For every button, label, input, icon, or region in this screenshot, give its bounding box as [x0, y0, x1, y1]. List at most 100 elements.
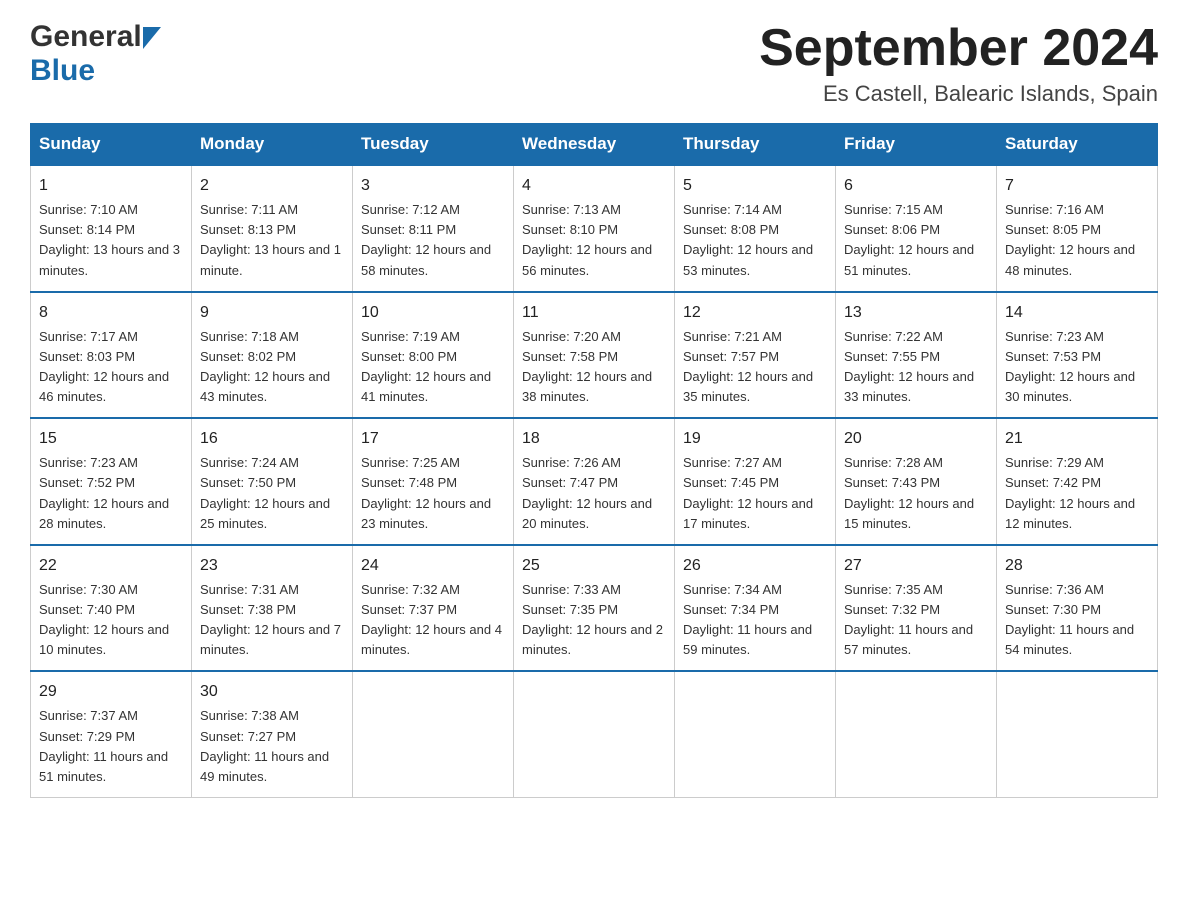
day-info: Sunrise: 7:36 AMSunset: 7:30 PMDaylight:… — [1005, 582, 1134, 657]
table-row: 22 Sunrise: 7:30 AMSunset: 7:40 PMDayligh… — [31, 545, 192, 672]
col-saturday: Saturday — [997, 124, 1158, 166]
day-info: Sunrise: 7:33 AMSunset: 7:35 PMDaylight:… — [522, 582, 663, 657]
day-number: 12 — [683, 301, 827, 325]
logo: General Blue — [30, 20, 161, 88]
day-info: Sunrise: 7:29 AMSunset: 7:42 PMDaylight:… — [1005, 455, 1135, 530]
day-number: 1 — [39, 174, 183, 198]
table-row: 18 Sunrise: 7:26 AMSunset: 7:47 PMDayligh… — [514, 418, 675, 545]
table-row: 6 Sunrise: 7:15 AMSunset: 8:06 PMDaylight… — [836, 165, 997, 292]
day-info: Sunrise: 7:28 AMSunset: 7:43 PMDaylight:… — [844, 455, 974, 530]
day-info: Sunrise: 7:37 AMSunset: 7:29 PMDaylight:… — [39, 708, 168, 783]
day-info: Sunrise: 7:13 AMSunset: 8:10 PMDaylight:… — [522, 202, 652, 277]
col-tuesday: Tuesday — [353, 124, 514, 166]
day-info: Sunrise: 7:31 AMSunset: 7:38 PMDaylight:… — [200, 582, 341, 657]
table-row: 26 Sunrise: 7:34 AMSunset: 7:34 PMDayligh… — [675, 545, 836, 672]
day-info: Sunrise: 7:18 AMSunset: 8:02 PMDaylight:… — [200, 329, 330, 404]
day-info: Sunrise: 7:20 AMSunset: 7:58 PMDaylight:… — [522, 329, 652, 404]
table-row — [836, 671, 997, 797]
day-info: Sunrise: 7:21 AMSunset: 7:57 PMDaylight:… — [683, 329, 813, 404]
table-row: 7 Sunrise: 7:16 AMSunset: 8:05 PMDaylight… — [997, 165, 1158, 292]
day-number: 21 — [1005, 427, 1149, 451]
day-number: 23 — [200, 554, 344, 578]
day-number: 3 — [361, 174, 505, 198]
day-number: 17 — [361, 427, 505, 451]
calendar-week-row: 1 Sunrise: 7:10 AMSunset: 8:14 PMDaylight… — [31, 165, 1158, 292]
table-row: 19 Sunrise: 7:27 AMSunset: 7:45 PMDayligh… — [675, 418, 836, 545]
day-number: 5 — [683, 174, 827, 198]
page-header: General Blue September 2024 Es Castell, … — [30, 20, 1158, 107]
day-number: 4 — [522, 174, 666, 198]
day-info: Sunrise: 7:16 AMSunset: 8:05 PMDaylight:… — [1005, 202, 1135, 277]
table-row — [514, 671, 675, 797]
day-info: Sunrise: 7:26 AMSunset: 7:47 PMDaylight:… — [522, 455, 652, 530]
day-info: Sunrise: 7:23 AMSunset: 7:53 PMDaylight:… — [1005, 329, 1135, 404]
day-number: 26 — [683, 554, 827, 578]
day-number: 19 — [683, 427, 827, 451]
day-info: Sunrise: 7:27 AMSunset: 7:45 PMDaylight:… — [683, 455, 813, 530]
table-row: 27Sunrise: 7:35 AMSunset: 7:32 PMDayligh… — [836, 545, 997, 672]
day-number: 24 — [361, 554, 505, 578]
table-row: 25 Sunrise: 7:33 AMSunset: 7:35 PMDayligh… — [514, 545, 675, 672]
day-info: Sunrise: 7:17 AMSunset: 8:03 PMDaylight:… — [39, 329, 169, 404]
col-friday: Friday — [836, 124, 997, 166]
table-row: 4 Sunrise: 7:13 AMSunset: 8:10 PMDaylight… — [514, 165, 675, 292]
day-info: Sunrise: 7:11 AMSunset: 8:13 PMDaylight:… — [200, 202, 341, 277]
day-number: 2 — [200, 174, 344, 198]
col-thursday: Thursday — [675, 124, 836, 166]
day-info: Sunrise: 7:15 AMSunset: 8:06 PMDaylight:… — [844, 202, 974, 277]
calendar-week-row: 8 Sunrise: 7:17 AMSunset: 8:03 PMDaylight… — [31, 292, 1158, 419]
day-info: Sunrise: 7:30 AMSunset: 7:40 PMDaylight:… — [39, 582, 169, 657]
table-row: 24 Sunrise: 7:32 AMSunset: 7:37 PMDayligh… — [353, 545, 514, 672]
day-number: 18 — [522, 427, 666, 451]
day-number: 9 — [200, 301, 344, 325]
table-row — [675, 671, 836, 797]
table-row: 21 Sunrise: 7:29 AMSunset: 7:42 PMDayligh… — [997, 418, 1158, 545]
day-number: 15 — [39, 427, 183, 451]
title-block: September 2024 Es Castell, Balearic Isla… — [759, 20, 1158, 107]
day-info: Sunrise: 7:24 AMSunset: 7:50 PMDaylight:… — [200, 455, 330, 530]
table-row: 15Sunrise: 7:23 AMSunset: 7:52 PMDayligh… — [31, 418, 192, 545]
table-row — [997, 671, 1158, 797]
logo-blue-text: Blue — [30, 54, 95, 87]
calendar-week-row: 22 Sunrise: 7:30 AMSunset: 7:40 PMDayligh… — [31, 545, 1158, 672]
col-sunday: Sunday — [31, 124, 192, 166]
table-row: 10Sunrise: 7:19 AMSunset: 8:00 PMDayligh… — [353, 292, 514, 419]
day-number: 8 — [39, 301, 183, 325]
table-row: 30 Sunrise: 7:38 AMSunset: 7:27 PMDayligh… — [192, 671, 353, 797]
logo-general-text: General — [30, 20, 142, 54]
day-info: Sunrise: 7:34 AMSunset: 7:34 PMDaylight:… — [683, 582, 812, 657]
calendar-table: Sunday Monday Tuesday Wednesday Thursday… — [30, 123, 1158, 798]
day-number: 13 — [844, 301, 988, 325]
table-row: 17Sunrise: 7:25 AMSunset: 7:48 PMDayligh… — [353, 418, 514, 545]
table-row: 14 Sunrise: 7:23 AMSunset: 7:53 PMDayligh… — [997, 292, 1158, 419]
table-row: 8 Sunrise: 7:17 AMSunset: 8:03 PMDaylight… — [31, 292, 192, 419]
day-number: 10 — [361, 301, 505, 325]
day-number: 22 — [39, 554, 183, 578]
day-number: 30 — [200, 680, 344, 704]
day-info: Sunrise: 7:10 AMSunset: 8:14 PMDaylight:… — [39, 202, 180, 277]
day-number: 28 — [1005, 554, 1149, 578]
calendar-location: Es Castell, Balearic Islands, Spain — [759, 81, 1158, 107]
day-number: 7 — [1005, 174, 1149, 198]
calendar-title: September 2024 — [759, 20, 1158, 77]
table-row: 20Sunrise: 7:28 AMSunset: 7:43 PMDayligh… — [836, 418, 997, 545]
col-monday: Monday — [192, 124, 353, 166]
table-row: 28 Sunrise: 7:36 AMSunset: 7:30 PMDayligh… — [997, 545, 1158, 672]
day-info: Sunrise: 7:22 AMSunset: 7:55 PMDaylight:… — [844, 329, 974, 404]
table-row: 5Sunrise: 7:14 AMSunset: 8:08 PMDaylight… — [675, 165, 836, 292]
day-info: Sunrise: 7:12 AMSunset: 8:11 PMDaylight:… — [361, 202, 491, 277]
table-row: 23 Sunrise: 7:31 AMSunset: 7:38 PMDayligh… — [192, 545, 353, 672]
table-row: 13 Sunrise: 7:22 AMSunset: 7:55 PMDayligh… — [836, 292, 997, 419]
table-row — [353, 671, 514, 797]
col-wednesday: Wednesday — [514, 124, 675, 166]
day-number: 14 — [1005, 301, 1149, 325]
day-info: Sunrise: 7:32 AMSunset: 7:37 PMDaylight:… — [361, 582, 502, 657]
day-number: 27 — [844, 554, 988, 578]
day-number: 6 — [844, 174, 988, 198]
day-number: 25 — [522, 554, 666, 578]
table-row: 9 Sunrise: 7:18 AMSunset: 8:02 PMDaylight… — [192, 292, 353, 419]
day-info: Sunrise: 7:38 AMSunset: 7:27 PMDaylight:… — [200, 708, 329, 783]
calendar-header-row: Sunday Monday Tuesday Wednesday Thursday… — [31, 124, 1158, 166]
table-row: 29Sunrise: 7:37 AMSunset: 7:29 PMDayligh… — [31, 671, 192, 797]
calendar-week-row: 15Sunrise: 7:23 AMSunset: 7:52 PMDayligh… — [31, 418, 1158, 545]
